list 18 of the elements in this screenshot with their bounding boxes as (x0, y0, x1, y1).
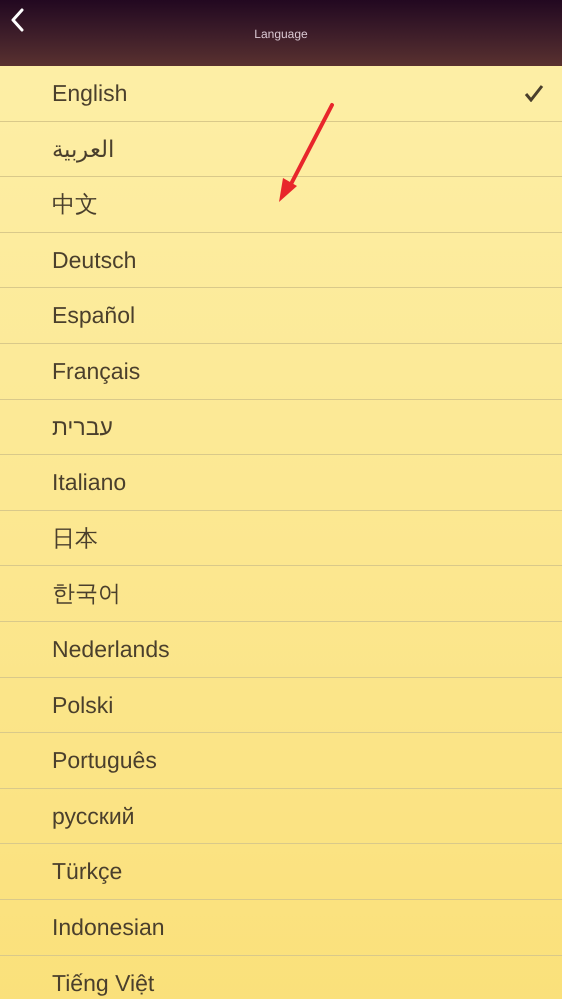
language-option[interactable]: Français (0, 344, 562, 400)
language-option[interactable]: English (0, 66, 562, 122)
language-option[interactable]: Português (0, 733, 562, 789)
language-option[interactable]: עברית (0, 400, 562, 456)
language-option[interactable]: Italiano (0, 455, 562, 511)
screen-title: Language (253, 26, 309, 43)
language-option[interactable]: العربية (0, 122, 562, 178)
language-option[interactable]: 한국어 (0, 566, 562, 622)
back-chevron-icon (10, 8, 24, 32)
language-option[interactable]: 日本 (0, 510, 562, 566)
language-option[interactable]: Polski (0, 678, 562, 734)
language-option[interactable]: Tiếng Việt (0, 956, 562, 999)
language-option[interactable]: Indonesian (0, 900, 562, 956)
language-option[interactable]: русский (0, 788, 562, 844)
language-option[interactable]: Deutsch (0, 232, 562, 288)
language-option[interactable]: Español (0, 288, 562, 344)
language-option[interactable]: Türkçe (0, 844, 562, 900)
language-option[interactable]: Nederlands (0, 622, 562, 678)
